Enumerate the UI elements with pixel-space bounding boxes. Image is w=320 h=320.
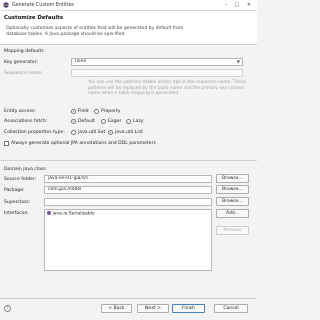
- always-generate-checkbox[interactable]: [4, 141, 9, 146]
- entity-access-field-label: Field: [78, 109, 89, 114]
- help-icon[interactable]: ?: [4, 305, 11, 312]
- source-folder-label: Source folder:: [4, 177, 37, 182]
- wizard-footer: ? < Back Next > Finish Cancel: [0, 299, 257, 320]
- sequence-name-label: Sequence name:: [4, 71, 43, 76]
- fetch-lazy-radio[interactable]: [126, 119, 131, 124]
- entity-access-field-radio[interactable]: [71, 109, 76, 114]
- key-generator-select[interactable]: none ▼: [71, 58, 243, 66]
- entity-access-label: Entity access:: [4, 109, 36, 114]
- window-title: Generate Custom Entities: [12, 2, 74, 8]
- cancel-button[interactable]: Cancel: [214, 304, 248, 313]
- add-interface-button[interactable]: Add...: [216, 209, 249, 218]
- source-folder-input[interactable]: java-ee-01-jpa/src: [44, 175, 212, 183]
- sequence-name-input[interactable]: [71, 69, 243, 77]
- superclass-label: Superclass:: [4, 200, 31, 205]
- superclass-input[interactable]: [44, 198, 212, 206]
- finish-button[interactable]: Finish: [172, 304, 205, 313]
- remove-interface-button[interactable]: Remove: [216, 226, 249, 235]
- superclass-browse-button[interactable]: Browse...: [216, 197, 249, 206]
- maximize-icon[interactable]: □: [232, 1, 242, 9]
- wizard-header: Customize Defaults Optionally customize …: [0, 11, 257, 45]
- key-generator-label: Key generator:: [4, 60, 38, 65]
- back-button[interactable]: < Back: [101, 304, 132, 313]
- entity-access-property-radio[interactable]: [94, 109, 99, 114]
- associations-fetch-label: Associations fetch:: [4, 119, 48, 124]
- domain-java-class-section-label: Domain java class: [4, 167, 46, 172]
- page-title: Customize Defaults: [4, 15, 64, 21]
- key-generator-value: none: [75, 59, 87, 64]
- package-browse-button[interactable]: Browse...: [216, 185, 249, 194]
- fetch-default-label: Default: [78, 119, 95, 124]
- close-icon[interactable]: ✕: [244, 1, 254, 9]
- chevron-down-icon: ▼: [236, 59, 240, 64]
- interfaces-list[interactable]: java.io.Serializable: [44, 209, 212, 271]
- window-titlebar: Generate Custom Entities – □ ✕: [0, 0, 257, 11]
- interface-name: java.io.Serializable: [52, 211, 95, 217]
- mapping-defaults-section-label: Mapping defaults: [4, 49, 44, 54]
- package-label: Package:: [4, 188, 25, 193]
- page-description: Optionally customize aspects of entities…: [6, 26, 184, 37]
- interface-icon: [47, 211, 51, 215]
- list-item[interactable]: java.io.Serializable: [47, 211, 95, 217]
- minimize-icon[interactable]: –: [221, 1, 231, 9]
- entity-access-property-label: Property: [101, 109, 121, 114]
- section-divider: [0, 160, 257, 161]
- collection-set-radio[interactable]: [71, 130, 76, 135]
- collection-list-radio[interactable]: [108, 130, 113, 135]
- collection-type-label: Collection properties type:: [4, 130, 65, 135]
- package-input[interactable]: com.jpa.model: [44, 186, 212, 194]
- fetch-default-radio[interactable]: [71, 119, 76, 124]
- fetch-eager-radio[interactable]: [101, 119, 106, 124]
- fetch-eager-label: Eager: [108, 119, 122, 124]
- fetch-lazy-label: Lazy: [133, 119, 144, 124]
- always-generate-label: Always generate optional JPA annotations…: [11, 141, 156, 146]
- collection-list-label: java.util.List: [115, 130, 143, 135]
- source-folder-browse-button[interactable]: Browse...: [216, 174, 249, 183]
- eclipse-app-icon: [3, 2, 9, 8]
- interfaces-label: Interfaces:: [4, 211, 29, 216]
- next-button[interactable]: Next >: [137, 304, 169, 313]
- sequence-name-hint: You can use the patterns $table and/or $…: [88, 80, 246, 96]
- collection-set-label: java.util.Set: [78, 130, 106, 135]
